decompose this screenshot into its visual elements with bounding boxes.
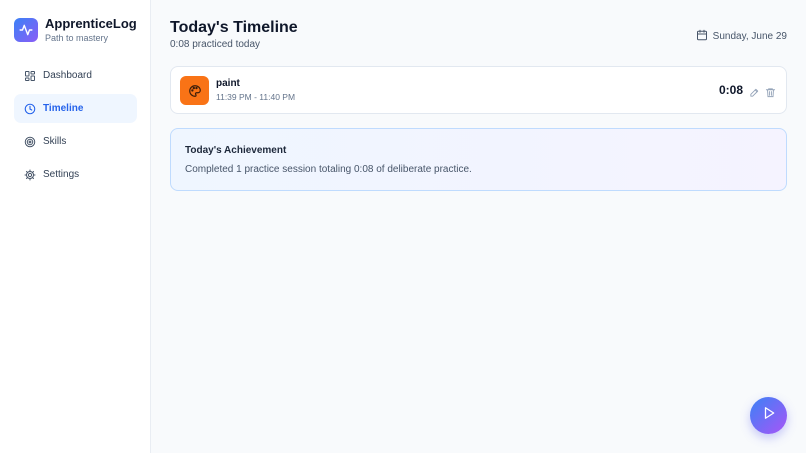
sidebar: ApprenticeLog Path to mastery Dashboard … <box>0 0 151 453</box>
sidebar-item-skills[interactable]: Skills <box>14 127 137 156</box>
activity-icon <box>14 18 38 42</box>
session-time-range: 11:39 PM - 11:40 PM <box>216 92 296 102</box>
main-content: Today's Timeline 0:08 practiced today Su… <box>151 0 806 453</box>
sidebar-item-label: Settings <box>43 169 80 180</box>
play-icon <box>762 406 776 425</box>
trash-icon[interactable] <box>765 85 776 98</box>
clock-icon <box>24 103 36 115</box>
sidebar-item-timeline[interactable]: Timeline <box>14 94 137 123</box>
gear-icon <box>24 169 36 181</box>
brand: ApprenticeLog Path to mastery <box>14 16 137 44</box>
session-skill-name: paint <box>216 78 240 89</box>
achievement-title: Today's Achievement <box>185 145 287 156</box>
sidebar-nav: Dashboard Timeline Skills Settings <box>14 61 137 193</box>
date-display: Sunday, June 29 <box>696 29 787 44</box>
calendar-icon <box>696 29 708 44</box>
date-label: Sunday, June 29 <box>712 31 787 42</box>
app-tagline: Path to mastery <box>45 33 109 43</box>
session-card[interactable]: paint 11:39 PM - 11:40 PM 0:08 <box>170 66 787 114</box>
achievement-text: Completed 1 practice session totaling 0:… <box>185 164 472 175</box>
sidebar-item-label: Skills <box>43 136 67 147</box>
sidebar-item-settings[interactable]: Settings <box>14 160 137 189</box>
target-icon <box>24 136 36 148</box>
grid-icon <box>24 70 36 82</box>
sidebar-item-label: Timeline <box>43 103 84 114</box>
edit-icon[interactable] <box>749 85 760 97</box>
page-title: Today's Timeline <box>170 19 298 36</box>
app-name: ApprenticeLog <box>45 16 137 31</box>
sidebar-item-label: Dashboard <box>43 70 92 81</box>
palette-icon <box>180 76 209 105</box>
start-session-button[interactable] <box>750 397 787 434</box>
session-duration: 0:08 <box>718 83 743 97</box>
page-subtitle: 0:08 practiced today <box>170 39 261 50</box>
achievement-card: Today's Achievement Completed 1 practice… <box>170 128 787 191</box>
sidebar-item-dashboard[interactable]: Dashboard <box>14 61 137 90</box>
